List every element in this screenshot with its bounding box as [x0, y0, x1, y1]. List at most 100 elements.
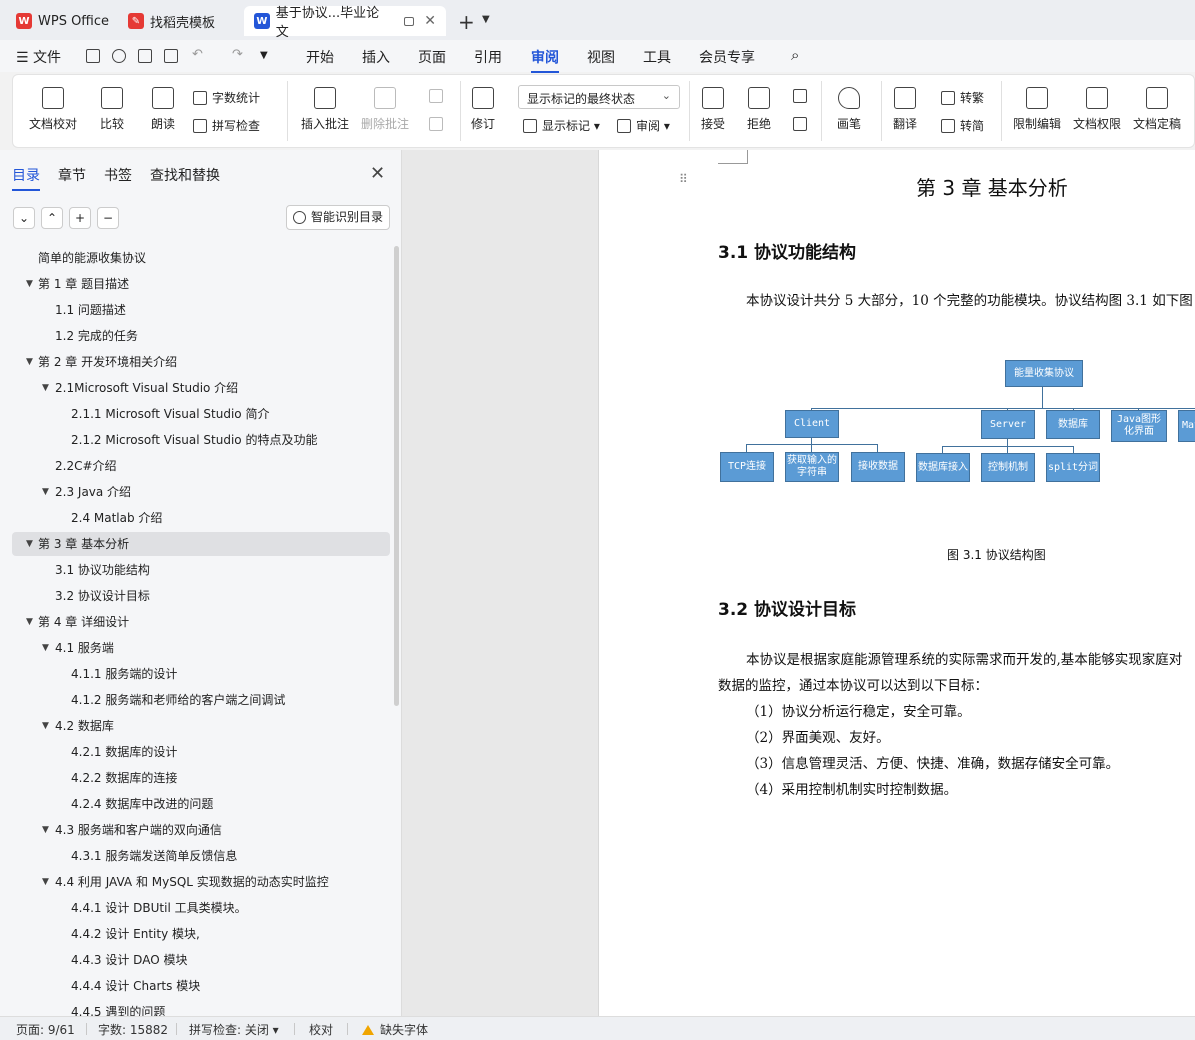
toc-item[interactable]: 2.1.1 Microsoft Visual Studio 简介	[0, 402, 392, 426]
nav-tab-find-replace[interactable]: 查找和替换	[150, 165, 220, 185]
track-changes-button[interactable]: 修订	[471, 87, 495, 132]
window-mode-icon[interactable]	[404, 16, 415, 26]
toc-item[interactable]: 4.2.1 数据库的设计	[0, 740, 392, 764]
toc-item[interactable]: ▼ 第 3 章 基本分析	[12, 532, 390, 556]
nav-tab-toc[interactable]: 目录	[12, 165, 40, 191]
toc-expand-icon[interactable]: ▼	[42, 818, 49, 842]
doc-permission-button[interactable]: 文档权限	[1073, 87, 1121, 132]
insert-comment-button[interactable]: 插入批注	[301, 87, 349, 132]
tab-document[interactable]: W 基于协议...毕业论文 ✕	[244, 6, 446, 40]
toc-item[interactable]: ▼ 第 2 章 开发环境相关介绍	[0, 350, 392, 374]
toc-item[interactable]: 4.4.3 设计 DAO 模块	[0, 948, 392, 972]
toc-item[interactable]: 4.4.5 遇到的问题	[0, 1000, 392, 1016]
page-indicator[interactable]: 页面: 9/61	[16, 1021, 75, 1038]
accept-button[interactable]: 接受	[701, 87, 725, 132]
toc-item[interactable]: ▼ 2.3 Java 介绍	[0, 480, 392, 504]
show-markup-button[interactable]: 显示标记 ▾	[523, 117, 600, 134]
toc-expand-icon[interactable]: ▼	[26, 532, 33, 556]
menu-home[interactable]: 开始	[306, 47, 334, 67]
expand-all-button[interactable]: ⌄	[13, 207, 35, 229]
review-pane-button[interactable]: 审阅 ▾	[617, 117, 670, 134]
search-icon[interactable]: ⌕	[791, 46, 799, 64]
toc-item[interactable]: ▼ 4.2 数据库	[0, 714, 392, 738]
add-heading-button[interactable]: +	[69, 207, 91, 229]
toc-item[interactable]: 1.2 完成的任务	[0, 324, 392, 348]
markup-state-select[interactable]: 显示标记的最终状态 ⌄	[518, 85, 680, 109]
proofread-button[interactable]: 校对	[309, 1021, 333, 1038]
print-preview-icon[interactable]	[164, 49, 178, 63]
document-page[interactable]	[598, 150, 1195, 1016]
next-comment-icon[interactable]	[429, 117, 448, 131]
nav-tab-sections[interactable]: 章节	[58, 165, 86, 185]
tab-template[interactable]: ✎ 找稻壳模板	[118, 6, 225, 36]
ink-button[interactable]: 画笔	[837, 87, 861, 132]
new-tab-icon[interactable]: +	[458, 10, 475, 34]
toc-item[interactable]: 4.3.1 服务端发送简单反馈信息	[0, 844, 392, 868]
quick-access-more-icon[interactable]: ▼	[260, 50, 268, 61]
toc-item[interactable]: ▼ 4.3 服务端和客户端的双向通信	[0, 818, 392, 842]
compare-button[interactable]: 比较	[100, 87, 124, 132]
toc-expand-icon[interactable]: ▼	[42, 714, 49, 738]
toc-item[interactable]: ▼ 4.1 服务端	[0, 636, 392, 660]
collapse-all-button[interactable]: ⌃	[41, 207, 63, 229]
next-change-icon[interactable]	[793, 117, 812, 131]
menu-references[interactable]: 引用	[474, 47, 502, 67]
menu-page[interactable]: 页面	[418, 47, 446, 67]
tab-wps-office[interactable]: W WPS Office	[6, 6, 119, 36]
nav-tab-bookmarks[interactable]: 书签	[104, 165, 132, 185]
translate-button[interactable]: 翻译	[893, 87, 917, 132]
toc-scrollbar[interactable]	[394, 246, 399, 706]
toc-expand-icon[interactable]: ▼	[42, 636, 49, 660]
toc-expand-icon[interactable]: ▼	[42, 480, 49, 504]
spell-check-status[interactable]: 拼写检查: 关闭 ▾	[189, 1021, 279, 1038]
toc-item[interactable]: ▼ 第 4 章 详细设计	[0, 610, 392, 634]
prev-change-icon[interactable]	[793, 89, 812, 103]
close-tab-icon[interactable]: ✕	[424, 13, 436, 29]
toc-item[interactable]: 3.1 协议功能结构	[0, 558, 392, 582]
link-icon[interactable]	[112, 49, 126, 63]
toc-item[interactable]: 3.2 协议设计目标	[0, 584, 392, 608]
undo-icon[interactable]: ↶	[192, 47, 203, 62]
missing-font-button[interactable]: 缺失字体	[362, 1021, 428, 1038]
file-menu[interactable]: ☰ 文件	[16, 47, 61, 67]
redo-icon[interactable]: ↷	[232, 47, 243, 62]
spell-check-button[interactable]: 拼写检查	[193, 117, 260, 134]
toc-item[interactable]: 4.4.2 设计 Entity 模块,	[0, 922, 392, 946]
save-icon[interactable]	[86, 49, 100, 63]
toc-item[interactable]: 4.2.4 数据库中改进的问题	[0, 792, 392, 816]
toc-item[interactable]: 4.1.2 服务端和老师给的客户端之间调试	[0, 688, 392, 712]
toc-item[interactable]: 2.2C#介绍	[0, 454, 392, 478]
delete-comment-button[interactable]: 删除批注	[361, 87, 409, 132]
chevron-down-icon[interactable]: ▼	[482, 14, 490, 25]
menu-membership[interactable]: 会员专享	[699, 47, 755, 67]
menu-tools[interactable]: 工具	[643, 47, 671, 67]
doc-check-button[interactable]: 文档校对	[29, 87, 77, 132]
toc-item[interactable]: 2.4 Matlab 介绍	[0, 506, 392, 530]
toc-item[interactable]: 2.1.2 Microsoft Visual Studio 的特点及功能	[0, 428, 392, 452]
toc-item[interactable]: 简单的能源收集协议	[0, 246, 392, 270]
toc-item[interactable]: 4.4.1 设计 DBUtil 工具类模块。	[0, 896, 392, 920]
smart-toc-button[interactable]: 智能识别目录	[286, 205, 390, 230]
toc-item[interactable]: ▼ 第 1 章 题目描述	[0, 272, 392, 296]
toc-item[interactable]: ▼ 4.4 利用 JAVA 和 MySQL 实现数据的动态实时监控	[0, 870, 392, 894]
to-traditional-button[interactable]: 转繁	[941, 89, 984, 106]
toc-expand-icon[interactable]: ▼	[42, 870, 49, 894]
toc-item[interactable]: 1.1 问题描述	[0, 298, 392, 322]
toc-item[interactable]: 4.1.1 服务端的设计	[0, 662, 392, 686]
drag-handle-icon[interactable]: ⠿	[679, 173, 688, 185]
print-icon[interactable]	[138, 49, 152, 63]
menu-insert[interactable]: 插入	[362, 47, 390, 67]
to-simplified-button[interactable]: 转简	[941, 117, 984, 134]
word-count-indicator[interactable]: 字数: 15882	[98, 1021, 168, 1038]
close-panel-icon[interactable]: ✕	[370, 163, 385, 184]
toc-expand-icon[interactable]: ▼	[26, 610, 33, 634]
word-count-button[interactable]: 字数统计	[193, 89, 260, 106]
restrict-edit-button[interactable]: 限制编辑	[1013, 87, 1061, 132]
toc-item[interactable]: 4.4.4 设计 Charts 模块	[0, 974, 392, 998]
toc-item[interactable]: 4.2.2 数据库的连接	[0, 766, 392, 790]
remove-heading-button[interactable]: −	[97, 207, 119, 229]
menu-review[interactable]: 审阅	[531, 47, 559, 73]
doc-finalize-button[interactable]: 文档定稿	[1133, 87, 1181, 132]
toc-expand-icon[interactable]: ▼	[42, 376, 49, 400]
read-aloud-button[interactable]: 朗读	[151, 87, 175, 132]
